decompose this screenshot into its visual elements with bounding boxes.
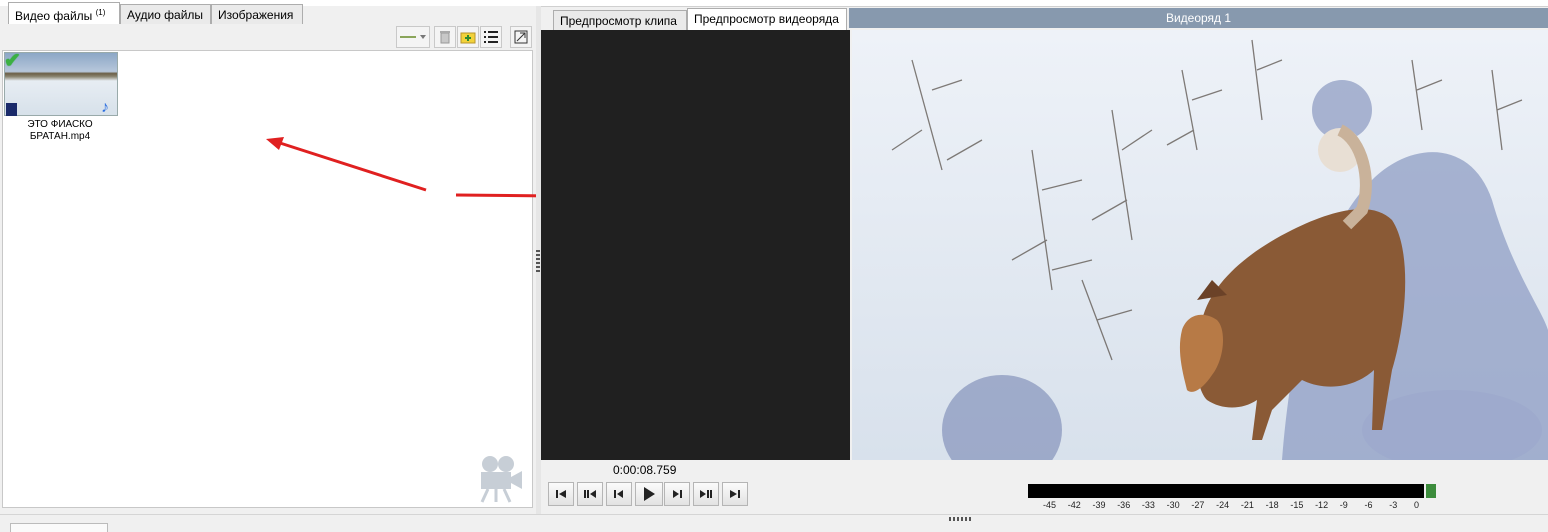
tab-clip-preview-label: Предпросмотр клипа xyxy=(560,14,677,28)
tab-video-files-count: (1) xyxy=(95,8,106,17)
meter-scale-label: -36 xyxy=(1117,500,1131,510)
meter-scale-label: -21 xyxy=(1240,500,1254,510)
prev-frame-icon xyxy=(614,490,623,498)
meter-scale-label: -27 xyxy=(1191,500,1205,510)
tab-sequence-preview[interactable]: Предпросмотр видеоряда xyxy=(687,8,847,30)
audio-level-meter xyxy=(1028,484,1424,498)
meter-scale-label: -3 xyxy=(1389,500,1398,510)
next-frame-button[interactable] xyxy=(664,482,690,506)
prev-marker-icon xyxy=(584,490,596,498)
meter-scale-label: -6 xyxy=(1364,500,1373,510)
annotation-arrow-left xyxy=(279,141,427,192)
tab-video-files[interactable]: Видео файлы (1) xyxy=(8,2,120,24)
sequence-title: Видеоряд 1 xyxy=(1165,11,1232,25)
go-to-start-button[interactable] xyxy=(548,482,574,506)
video-frame xyxy=(852,30,1548,460)
meter-scale-label: -30 xyxy=(1166,500,1180,510)
meter-scale-label: -12 xyxy=(1315,500,1329,510)
meter-scale-label: -9 xyxy=(1339,500,1348,510)
next-marker-button[interactable] xyxy=(693,482,719,506)
timecode-display: 0:00:08.759 xyxy=(613,463,677,477)
previous-frame-button[interactable] xyxy=(606,482,632,506)
meter-scale-label: -42 xyxy=(1067,500,1081,510)
next-frame-icon xyxy=(673,490,682,498)
splitter-grip[interactable] xyxy=(536,250,540,272)
skip-end-icon xyxy=(730,490,740,498)
next-marker-icon xyxy=(700,490,712,498)
meter-scale-label: -45 xyxy=(1043,500,1057,510)
meter-scale-label: -39 xyxy=(1092,500,1106,510)
go-to-end-button[interactable] xyxy=(722,482,748,506)
meter-scale-label: -18 xyxy=(1265,500,1279,510)
video-frame-image xyxy=(852,30,1548,460)
play-icon xyxy=(644,487,655,501)
bottom-splitter-grip[interactable] xyxy=(949,517,971,521)
skip-start-icon xyxy=(556,490,566,498)
meter-scale-label: 0 xyxy=(1414,500,1420,510)
previous-marker-button[interactable] xyxy=(577,482,603,506)
annotation-arrowhead-left xyxy=(266,137,284,150)
clip-preview-area xyxy=(541,30,850,460)
tab-video-files-label: Видео файлы xyxy=(15,9,93,23)
tab-clip-preview[interactable]: Предпросмотр клипа xyxy=(553,10,687,30)
meter-scale-label: -33 xyxy=(1141,500,1155,510)
sequence-title-bar: Видеоряд 1 xyxy=(849,8,1548,28)
bottom-tab[interactable] xyxy=(10,523,108,532)
meter-scale-label: -15 xyxy=(1290,500,1304,510)
meter-scale-label: -24 xyxy=(1216,500,1230,510)
bottom-status-strip xyxy=(0,514,1548,530)
audio-level-indicator xyxy=(1426,484,1436,498)
play-button[interactable] xyxy=(635,482,663,506)
tab-sequence-preview-label: Предпросмотр видеоряда xyxy=(694,12,839,26)
